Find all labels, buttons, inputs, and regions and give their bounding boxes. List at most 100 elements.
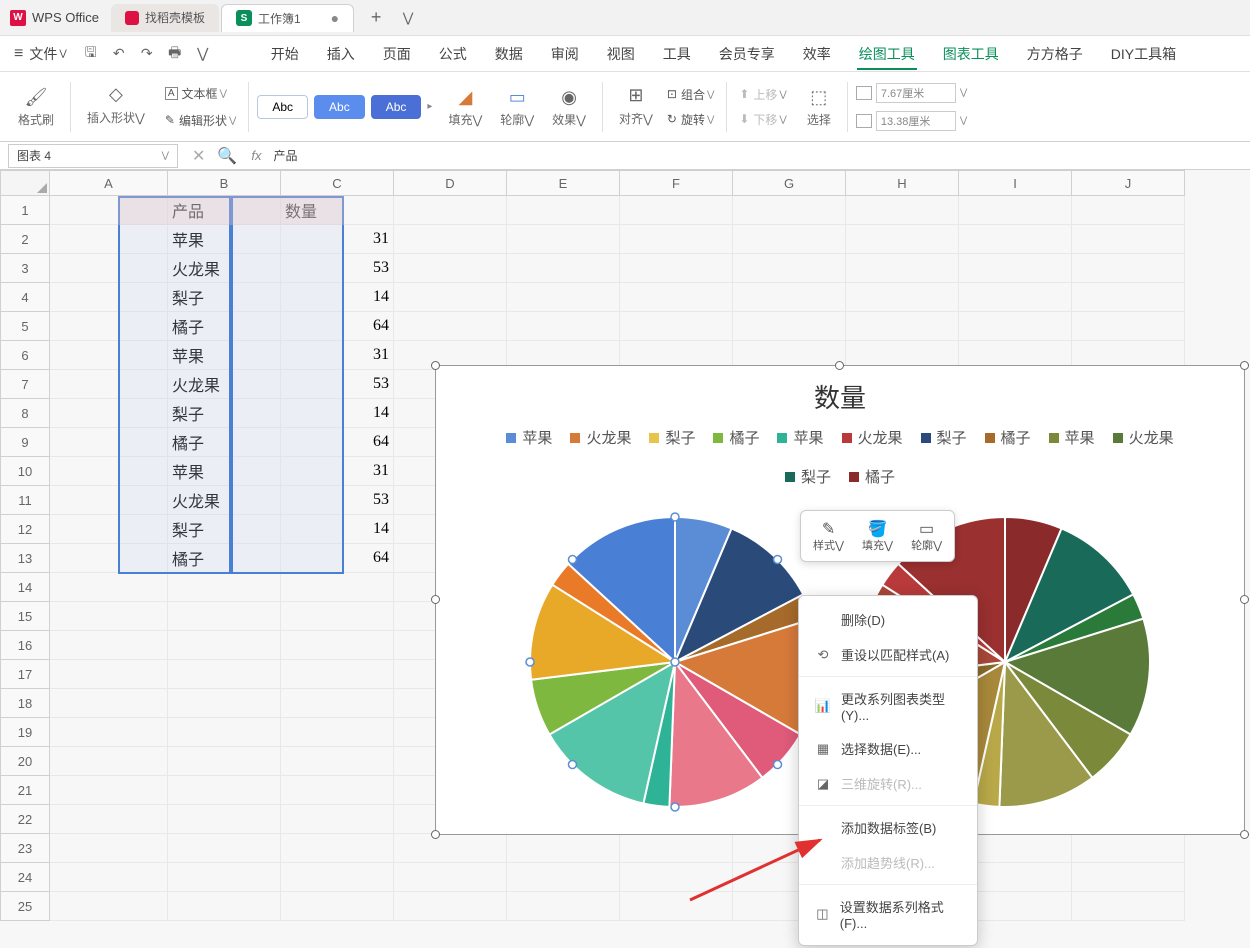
ctx-add-data-labels[interactable]: 添加数据标签(B) bbox=[799, 810, 977, 845]
cell[interactable] bbox=[394, 225, 507, 254]
cell[interactable] bbox=[507, 283, 620, 312]
ctx-format-data-series[interactable]: ◫设置数据系列格式(F)... bbox=[799, 889, 977, 939]
cell[interactable]: 53 bbox=[281, 486, 394, 515]
cell[interactable]: 梨子 bbox=[168, 399, 281, 428]
cell[interactable] bbox=[281, 631, 394, 660]
cell[interactable] bbox=[959, 312, 1072, 341]
cell[interactable] bbox=[281, 573, 394, 602]
cell[interactable] bbox=[281, 660, 394, 689]
ctx-delete[interactable]: 删除(D) bbox=[799, 602, 977, 637]
save-icon[interactable]: 🖫 bbox=[81, 44, 101, 64]
cell[interactable] bbox=[50, 631, 168, 660]
cell[interactable] bbox=[1072, 283, 1185, 312]
cell[interactable] bbox=[1072, 863, 1185, 892]
fx-icon[interactable]: fx bbox=[251, 148, 261, 163]
mini-style-button[interactable]: ✎样式⋁ bbox=[807, 517, 850, 555]
row-header[interactable]: 3 bbox=[0, 254, 50, 283]
cell[interactable] bbox=[394, 892, 507, 921]
row-header[interactable]: 23 bbox=[0, 834, 50, 863]
legend-item[interactable]: 梨子 bbox=[649, 427, 695, 448]
resize-handle[interactable] bbox=[835, 361, 844, 370]
cell[interactable] bbox=[281, 689, 394, 718]
name-box[interactable]: 图表 4⋁ bbox=[8, 144, 178, 168]
cell[interactable]: 14 bbox=[281, 399, 394, 428]
legend-item[interactable]: 梨子 bbox=[785, 466, 831, 487]
cell[interactable] bbox=[394, 863, 507, 892]
cell[interactable] bbox=[959, 283, 1072, 312]
cell[interactable] bbox=[50, 602, 168, 631]
move-up-button[interactable]: ⬆上移⋁ bbox=[735, 84, 790, 105]
cell[interactable] bbox=[1072, 196, 1185, 225]
cell[interactable]: 31 bbox=[281, 457, 394, 486]
align-button[interactable]: ⊞对齐⋁ bbox=[611, 84, 661, 130]
cell[interactable] bbox=[620, 892, 733, 921]
cell[interactable]: 数量 bbox=[281, 196, 394, 225]
move-down-button[interactable]: ⬇下移⋁ bbox=[735, 109, 790, 130]
cell[interactable] bbox=[620, 312, 733, 341]
menutab-7[interactable]: 工具 bbox=[649, 36, 705, 72]
cell[interactable] bbox=[50, 892, 168, 921]
search-icon[interactable]: 🔍 bbox=[217, 146, 237, 166]
row-header[interactable]: 11 bbox=[0, 486, 50, 515]
effect-button[interactable]: ◉效果⋁ bbox=[544, 85, 594, 128]
cell[interactable] bbox=[733, 225, 846, 254]
cell[interactable] bbox=[281, 776, 394, 805]
col-header[interactable]: A bbox=[50, 170, 168, 196]
cell[interactable]: 53 bbox=[281, 254, 394, 283]
cell[interactable] bbox=[50, 544, 168, 573]
cell[interactable] bbox=[959, 196, 1072, 225]
cell[interactable]: 火龙果 bbox=[168, 486, 281, 515]
col-header[interactable]: E bbox=[507, 170, 620, 196]
legend-item[interactable]: 火龙果 bbox=[570, 427, 631, 448]
menutab-3[interactable]: 公式 bbox=[425, 36, 481, 72]
cell[interactable]: 53 bbox=[281, 370, 394, 399]
cell[interactable] bbox=[281, 602, 394, 631]
col-header[interactable]: D bbox=[394, 170, 507, 196]
cell[interactable] bbox=[168, 747, 281, 776]
cell[interactable] bbox=[620, 863, 733, 892]
menutab-8[interactable]: 会员专享 bbox=[705, 36, 789, 72]
row-header[interactable]: 25 bbox=[0, 892, 50, 921]
cell[interactable]: 橘子 bbox=[168, 312, 281, 341]
legend-item[interactable]: 火龙果 bbox=[1113, 427, 1174, 448]
row-header[interactable]: 2 bbox=[0, 225, 50, 254]
cell[interactable] bbox=[50, 805, 168, 834]
cell[interactable]: 64 bbox=[281, 544, 394, 573]
legend-item[interactable]: 苹果 bbox=[777, 427, 823, 448]
tab-workbook[interactable]: S 工作簿1 ● bbox=[221, 4, 354, 32]
cell[interactable] bbox=[281, 892, 394, 921]
cell[interactable] bbox=[1072, 892, 1185, 921]
cell[interactable] bbox=[1072, 834, 1185, 863]
tab-close-icon[interactable]: ● bbox=[331, 10, 339, 26]
cell[interactable] bbox=[507, 196, 620, 225]
menutab-10[interactable]: 绘图工具 bbox=[845, 36, 929, 72]
row-header[interactable]: 21 bbox=[0, 776, 50, 805]
rotate-button[interactable]: ↻旋转⋁ bbox=[663, 109, 718, 130]
cell[interactable] bbox=[507, 312, 620, 341]
cell[interactable] bbox=[50, 283, 168, 312]
cell[interactable] bbox=[846, 225, 959, 254]
cell[interactable] bbox=[50, 486, 168, 515]
legend-item[interactable]: 橘子 bbox=[985, 427, 1031, 448]
menutab-1[interactable]: 插入 bbox=[313, 36, 369, 72]
cell[interactable] bbox=[733, 312, 846, 341]
tab-more-icon[interactable]: ⋁ bbox=[396, 6, 420, 30]
cell[interactable]: 31 bbox=[281, 225, 394, 254]
resize-handle[interactable] bbox=[1240, 361, 1249, 370]
cell[interactable]: 14 bbox=[281, 283, 394, 312]
row-header[interactable]: 9 bbox=[0, 428, 50, 457]
col-header[interactable]: F bbox=[620, 170, 733, 196]
select-button[interactable]: ⬚选择 bbox=[799, 85, 839, 128]
style-preset-1[interactable]: Abc bbox=[257, 95, 308, 119]
resize-handle[interactable] bbox=[431, 361, 440, 370]
cell[interactable] bbox=[281, 863, 394, 892]
cell[interactable] bbox=[620, 283, 733, 312]
cell[interactable]: 苹果 bbox=[168, 341, 281, 370]
cell[interactable]: 火龙果 bbox=[168, 370, 281, 399]
width-input[interactable] bbox=[876, 83, 956, 103]
cell[interactable] bbox=[50, 515, 168, 544]
cell[interactable] bbox=[620, 834, 733, 863]
row-header[interactable]: 13 bbox=[0, 544, 50, 573]
col-header[interactable]: C bbox=[281, 170, 394, 196]
menutab-4[interactable]: 数据 bbox=[481, 36, 537, 72]
